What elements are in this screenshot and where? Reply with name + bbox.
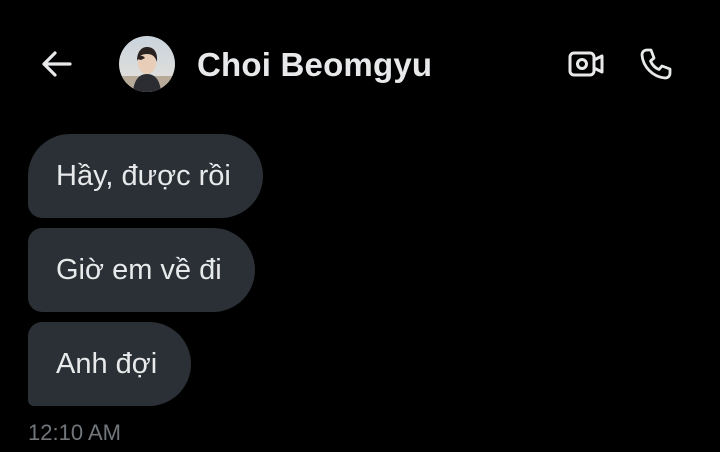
arrow-left-icon — [42, 51, 72, 77]
video-camera-icon — [568, 51, 604, 77]
conversation-header: Choi Beomgyu — [0, 0, 720, 128]
contact-photo — [119, 36, 175, 92]
voice-call-button[interactable] — [636, 44, 676, 84]
message-timestamp: 12:10 AM — [28, 420, 121, 445]
contact-name[interactable]: Choi Beomgyu — [197, 45, 432, 85]
message-bubble[interactable]: Giờ em về đi — [28, 228, 255, 312]
message-bubble[interactable]: Hầy, được rồi — [28, 134, 263, 218]
avatar[interactable] — [119, 36, 175, 92]
message-bubble[interactable]: Anh đợi — [28, 322, 191, 406]
phone-icon — [640, 48, 672, 80]
video-call-button[interactable] — [566, 44, 606, 84]
back-button[interactable] — [36, 46, 76, 82]
